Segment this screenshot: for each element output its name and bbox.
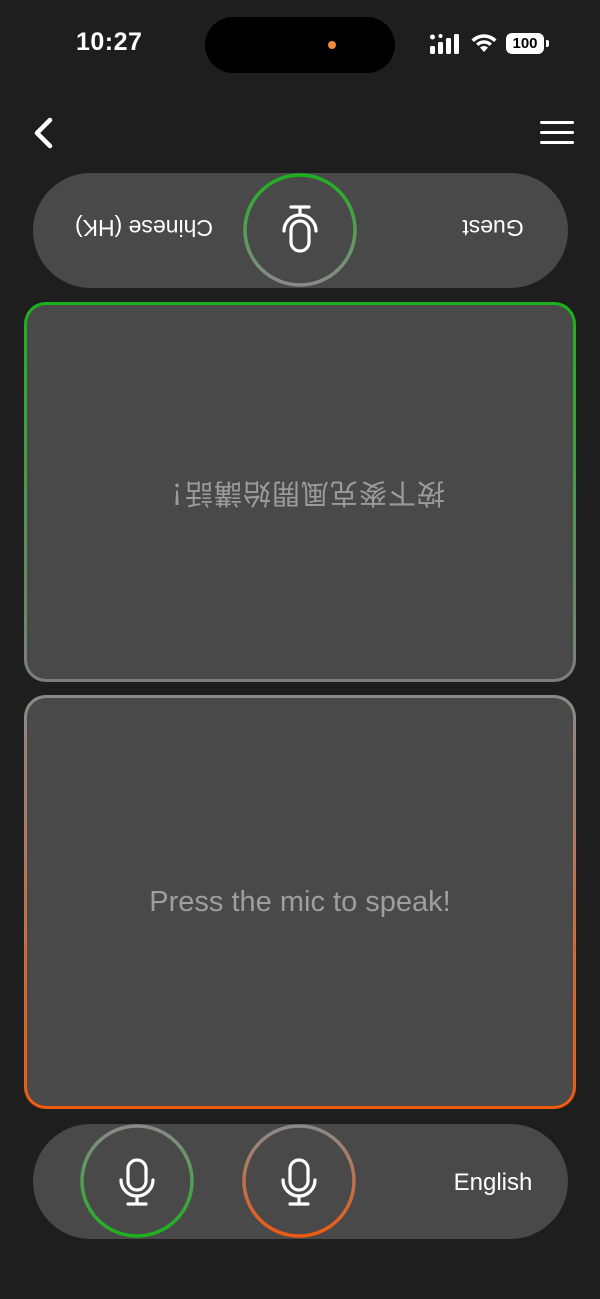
guest-speak-mic-button[interactable] xyxy=(80,1124,194,1238)
signal-icon xyxy=(430,34,459,54)
status-time: 10:27 xyxy=(76,28,143,56)
guest-mic-button[interactable] xyxy=(243,173,357,287)
guest-transcript-panel: 按下麥克風開始講話！ xyxy=(24,302,576,682)
battery-level: 100 xyxy=(512,35,538,52)
wifi-icon xyxy=(471,34,497,52)
host-prompt-text: Press the mic to speak! xyxy=(149,886,451,918)
menu-button[interactable] xyxy=(538,118,576,148)
chevron-left-icon xyxy=(34,117,53,149)
battery-nub xyxy=(546,40,549,47)
privacy-indicator-dot xyxy=(328,41,336,49)
guest-label: Guest xyxy=(462,215,524,241)
host-speak-mic-button[interactable] xyxy=(242,1124,356,1238)
host-language-bar: English xyxy=(33,1124,568,1239)
status-bar: 10:27 100 xyxy=(0,0,600,90)
back-button[interactable] xyxy=(28,112,62,154)
guest-prompt-text: 按下麥克風開始講話！ xyxy=(155,477,446,510)
host-language-selector[interactable]: English xyxy=(398,1169,588,1197)
guest-language-bar: Guest Chinese (HK) xyxy=(33,173,568,288)
dynamic-island xyxy=(205,17,395,73)
guest-language-selector[interactable]: Chinese (HK) xyxy=(59,214,229,241)
battery-icon: 100 xyxy=(506,33,544,54)
hamburger-menu-icon xyxy=(540,121,574,144)
host-transcript-panel: Press the mic to speak! xyxy=(24,695,576,1109)
